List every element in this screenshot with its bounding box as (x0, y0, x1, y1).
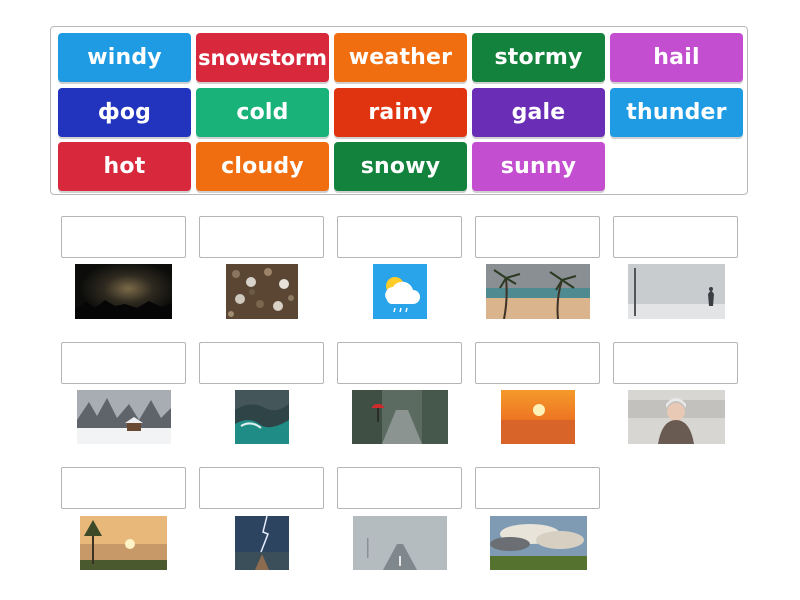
word-tile-cold[interactable]: cold (196, 88, 329, 137)
word-tile-rainy[interactable]: rainy (334, 88, 467, 137)
tile-label: фog (97, 100, 152, 125)
snowstorm-person-image (628, 264, 725, 319)
answer-slot-11[interactable] (61, 467, 186, 509)
answer-slot-14[interactable] (475, 467, 600, 509)
tile-label: snowy (360, 154, 441, 179)
tile-label: rainy (368, 100, 433, 125)
sunset-lake-image (80, 516, 167, 570)
answer-slot-6[interactable] (61, 342, 186, 384)
answer-slot-4[interactable] (475, 216, 600, 258)
word-tile-cloudy[interactable]: cloudy (196, 142, 329, 191)
rainy-street-image (352, 390, 448, 444)
word-tile-snowy[interactable]: snowy (334, 142, 467, 191)
foggy-road-image (353, 516, 447, 570)
cold-woman-image (628, 390, 725, 444)
word-tile-snowstorm[interactable]: snowstorm (196, 33, 329, 82)
answer-slot-1[interactable] (61, 216, 186, 258)
tile-label: windy (87, 45, 162, 70)
tile-label: stormy (494, 45, 583, 70)
answer-slot-12[interactable] (199, 467, 324, 509)
answer-slot-3[interactable] (337, 216, 462, 258)
word-tile-thunder[interactable]: thunder (610, 88, 743, 137)
word-tile-weather[interactable]: weather (334, 33, 467, 82)
word-tile-stormy[interactable]: stormy (472, 33, 605, 82)
answer-slot-8[interactable] (337, 342, 462, 384)
answer-slot-7[interactable] (199, 342, 324, 384)
tile-label: gale (511, 100, 566, 125)
word-tile-hot[interactable]: hot (58, 142, 191, 191)
weather-app-icon-image (373, 264, 427, 319)
word-tile-gale[interactable]: gale (472, 88, 605, 137)
word-bank: windy snowstorm weather stormy hail фog … (50, 26, 748, 195)
answer-slot-5[interactable] (613, 216, 738, 258)
tile-label: sunny (500, 154, 577, 179)
tile-label: snowstorm (198, 45, 327, 70)
snowy-cabin-image (77, 390, 171, 444)
tile-label: cold (236, 100, 289, 125)
answer-slot-9[interactable] (475, 342, 600, 384)
answer-slot-13[interactable] (337, 467, 462, 509)
thunder-lightning-image (235, 516, 289, 570)
windy-palm-beach-image (486, 264, 590, 319)
word-tile-hail[interactable]: hail (610, 33, 743, 82)
word-tile-windy[interactable]: windy (58, 33, 191, 82)
tile-label: weather (348, 45, 453, 70)
tile-label: hot (103, 154, 146, 179)
gale-waves-image (235, 390, 289, 444)
hailstones-image (226, 264, 298, 319)
tile-label: hail (653, 45, 700, 70)
word-tile-fog[interactable]: фog (58, 88, 191, 137)
cloudy-sky-image (490, 516, 587, 570)
tile-label: thunder (626, 100, 727, 125)
answer-slot-10[interactable] (613, 342, 738, 384)
night-storm-image (75, 264, 172, 319)
sunny-desert-image (501, 390, 575, 444)
word-tile-sunny[interactable]: sunny (472, 142, 605, 191)
answer-slot-2[interactable] (199, 216, 324, 258)
tile-label: cloudy (221, 154, 304, 179)
